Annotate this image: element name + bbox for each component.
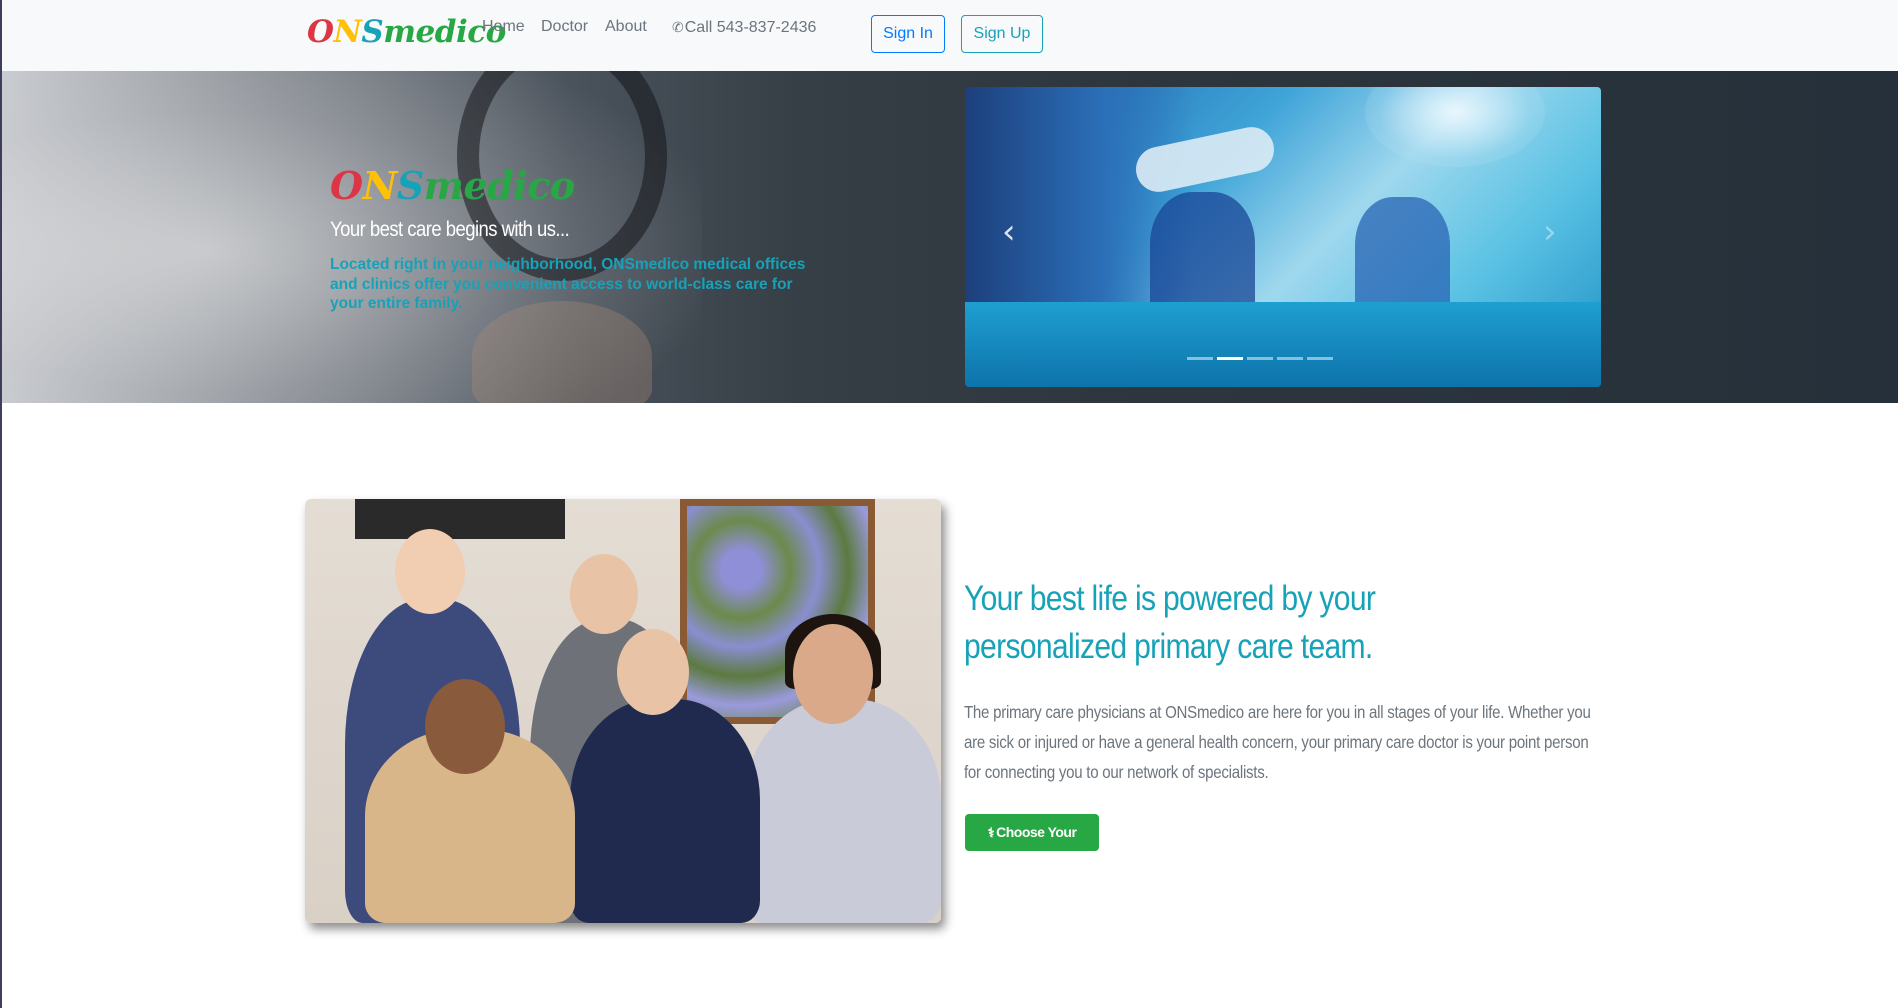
navbar: ONSmedico Home Doctor About ✆Call 543-83… [0,0,1898,71]
hero-logo-letter-s: S [396,163,424,208]
carousel-image-surgeon [1355,197,1450,317]
carousel-indicator[interactable] [1247,357,1273,360]
nav-doctor-link[interactable]: Doctor [541,17,588,37]
nav-home-link[interactable]: Home [482,17,525,37]
hero-logo-letter-o: O [330,163,363,208]
photo-tv [355,499,565,539]
carousel-prev-button[interactable]: ‹ [1002,215,1016,249]
hero-tagline: Your best care begins with us... [330,218,570,241]
photo-person [745,699,941,923]
carousel-indicator[interactable] [1187,357,1213,360]
sign-up-button[interactable]: Sign Up [961,15,1043,53]
hero-section: ONSmedico Your best care begins with us.… [0,71,1898,403]
photo-person-head [617,629,689,715]
doctor-icon: ⚕ [987,825,995,840]
carousel-indicator[interactable] [1217,357,1243,360]
photo-person-head [425,679,505,774]
phone-icon: ✆ [672,19,684,35]
hero-logo-letter-n: N [362,163,398,208]
carousel-next-button[interactable]: › [1543,215,1557,249]
choose-doctor-button[interactable]: ⚕ Choose Your Doctor [965,814,1099,877]
hero-background-hand [472,301,652,403]
brand-logo[interactable]: ONSmedico [307,12,506,52]
photo-person-head [570,554,638,634]
choose-doctor-label: Choose Your Doctor [996,824,1077,877]
nav-phone-link[interactable]: ✆Call 543-837-2436 [672,17,816,38]
promo-text: The primary care physicians at ONSmedico… [964,702,1591,782]
brand-letter-o: O [307,14,334,50]
promo-title: Your best life is powered by your person… [964,579,1376,666]
carousel-image-lamp [1365,87,1545,167]
photo-person-head [395,529,465,614]
hero-logo-word-medico: medico [423,163,575,208]
care-team-photo [305,499,941,923]
carousel-indicator[interactable] [1307,357,1333,360]
nav-about-link[interactable]: About [605,17,647,37]
sign-in-button[interactable]: Sign In [871,15,945,53]
hero-description: Located right in your neighborhood, ONSm… [330,256,806,312]
page-left-edge [0,403,2,1008]
phone-text: Call 543-837-2436 [684,19,817,36]
carousel-image-instrument-tray [965,302,1601,387]
hero-carousel[interactable]: ‹ › [965,87,1601,387]
carousel-indicators [1187,357,1387,360]
brand-letter-s: S [361,14,384,50]
carousel-indicator[interactable] [1277,357,1303,360]
photo-person [570,699,760,923]
hero-logo: ONSmedico [330,163,575,209]
brand-letter-n: N [333,14,362,50]
photo-person-head [793,624,873,724]
